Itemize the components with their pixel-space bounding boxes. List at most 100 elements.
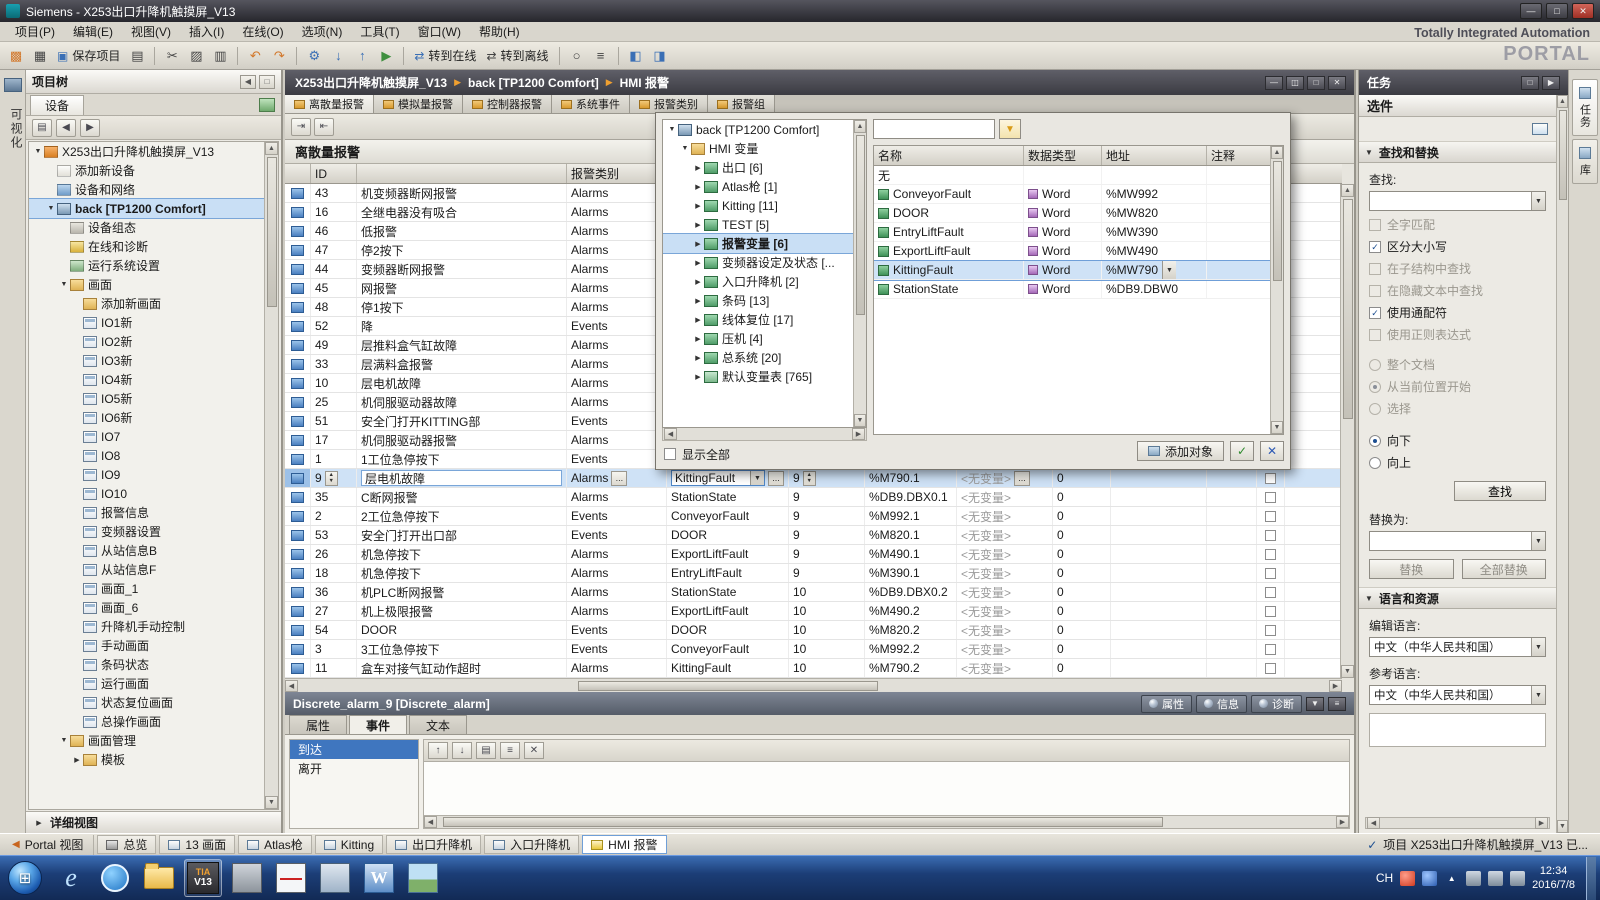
row-checkbox[interactable] xyxy=(1265,643,1276,655)
scroll-thumb[interactable] xyxy=(855,135,865,315)
expand-arrow-icon[interactable]: ▶ xyxy=(692,335,704,343)
tree-item[interactable]: ▼ X253出口升降机触摸屏_V13 xyxy=(29,142,264,161)
popup-tree-hscrollbar[interactable]: ◀ ▶ xyxy=(662,428,867,441)
row-checkbox[interactable] xyxy=(1265,567,1276,579)
alarm-text-editor[interactable]: 层电机故障 xyxy=(361,470,562,486)
side-tab-libraries[interactable]: 库 xyxy=(1571,139,1598,184)
tree-item[interactable]: ▶ 入口升降机 [2] xyxy=(663,272,853,291)
breadcrumb-segment[interactable]: back [TP1200 Comfort] xyxy=(466,76,601,90)
tray-expand-icon[interactable]: ▲ xyxy=(1444,871,1459,886)
header-class[interactable]: 报警类别 xyxy=(567,164,667,183)
tasks-collapse-icon[interactable]: ▶ xyxy=(1542,75,1560,90)
export-icon[interactable] xyxy=(1532,123,1548,135)
edit-language-select[interactable]: 中文（中华人民共和国） ▼ xyxy=(1369,637,1546,657)
tree-item[interactable]: ▶ 线体复位 [17] xyxy=(663,310,853,329)
checkbox-icon[interactable] xyxy=(1369,284,1381,297)
scroll-down-icon[interactable]: ▼ xyxy=(854,414,866,427)
expand-arrow-icon[interactable]: ▶ xyxy=(692,221,704,229)
delete-function-icon[interactable]: ✕ xyxy=(524,742,544,759)
tree-item[interactable]: ▶ 变频器设定及状态 [... xyxy=(663,253,853,272)
scroll-thumb[interactable] xyxy=(1558,110,1567,200)
editor-tab[interactable]: 报警组 xyxy=(708,95,775,113)
tree-item[interactable]: 设备和网络 xyxy=(29,180,264,199)
popup-tag-row[interactable]: StationState Word %DB9.DBW0 xyxy=(874,280,1270,299)
replace-all-button[interactable]: 全部替换 xyxy=(1461,559,1546,579)
dropdown-icon[interactable]: ▼ xyxy=(750,471,764,485)
editor-close-icon[interactable]: ✕ xyxy=(1328,75,1346,90)
find-option[interactable]: ✓ 使用通配符 xyxy=(1359,299,1556,321)
tree-item[interactable]: 添加新画面 xyxy=(29,294,264,313)
tree-item[interactable]: 从站信息B xyxy=(29,541,264,560)
inspector-collapse-icon[interactable]: ▼ xyxy=(1306,696,1324,711)
start-runtime-button[interactable]: ▶ xyxy=(375,45,397,67)
info-button[interactable]: 信息 xyxy=(1196,694,1247,713)
menu-item[interactable]: 帮助(H) xyxy=(470,21,529,42)
scroll-right-icon[interactable]: ▶ xyxy=(1535,817,1548,829)
scroll-left-icon[interactable]: ◀ xyxy=(1367,817,1380,829)
tree-item[interactable]: IO6新 xyxy=(29,408,264,427)
start-button[interactable]: ⊞ xyxy=(4,857,46,899)
split-horizontal-button[interactable]: ◧ xyxy=(625,45,647,67)
open-project-button[interactable]: ▦ xyxy=(29,45,51,67)
editor-minimize-icon[interactable]: ― xyxy=(1265,75,1283,90)
clock[interactable]: 12:34 2016/7/8 xyxy=(1532,864,1575,893)
find-direction-option[interactable]: 选择 xyxy=(1359,395,1556,417)
tree-item[interactable]: 从站信息F xyxy=(29,560,264,579)
editor-tab[interactable]: 报警类别 xyxy=(630,95,708,113)
tree-item[interactable]: 条码状态 xyxy=(29,655,264,674)
menu-item[interactable]: 视图(V) xyxy=(122,21,180,42)
browser-taskbar-icon[interactable] xyxy=(96,859,134,897)
tree-item[interactable]: 运行画面 xyxy=(29,674,264,693)
tree-item[interactable]: ▼ 画面 xyxy=(29,275,264,294)
find-direction-option[interactable]: 向上 xyxy=(1359,449,1556,471)
properties-button[interactable]: 属性 xyxy=(1141,694,1192,713)
popup-tag-row[interactable]: EntryLiftFault Word %MW390 xyxy=(874,223,1270,242)
tree-item[interactable]: 状态复位画面 xyxy=(29,693,264,712)
scroll-up-icon[interactable]: ▲ xyxy=(1341,184,1354,197)
col-datatype[interactable]: 数据类型 xyxy=(1024,146,1102,165)
col-address[interactable]: 地址 xyxy=(1102,146,1207,165)
tree-item[interactable]: ▼ back [TP1200 Comfort] xyxy=(663,120,853,139)
tree-item[interactable]: IO4新 xyxy=(29,370,264,389)
expand-arrow-icon[interactable]: ▶ xyxy=(692,202,704,210)
tree-item[interactable]: ▶ 压机 [4] xyxy=(663,329,853,348)
nav-forward-icon[interactable]: ▶ xyxy=(80,118,100,137)
expand-all-icon[interactable]: ≡ xyxy=(500,742,520,759)
menu-item[interactable]: 工具(T) xyxy=(351,21,408,42)
tree-item[interactable]: IO1新 xyxy=(29,313,264,332)
tag-filter-input[interactable] xyxy=(873,119,995,139)
find-option[interactable]: 使用正则表达式 xyxy=(1359,321,1556,343)
header-text[interactable] xyxy=(357,164,567,183)
expand-arrow-icon[interactable]: ▶ xyxy=(692,354,704,362)
radio-icon[interactable] xyxy=(1369,434,1381,447)
scroll-up-icon[interactable]: ▲ xyxy=(854,120,866,133)
languages-section[interactable]: ▼ 语言和资源 xyxy=(1359,587,1556,609)
find-button[interactable]: 查找 xyxy=(1454,481,1546,501)
scroll-left-icon[interactable]: ◀ xyxy=(285,679,298,692)
redo-button[interactable]: ↷ xyxy=(268,45,290,67)
dropdown-icon[interactable]: ▼ xyxy=(1531,192,1545,210)
menu-item[interactable]: 项目(P) xyxy=(6,21,64,42)
minimize-button[interactable]: ― xyxy=(1520,3,1542,19)
inspector-tab[interactable]: 文本 xyxy=(409,715,468,734)
portal-button[interactable]: 入口升降机 xyxy=(484,835,580,854)
portal-view-button[interactable]: ◀ Portal 视图 xyxy=(2,834,95,855)
scroll-down-icon[interactable]: ▼ xyxy=(1557,820,1568,833)
col-name[interactable]: 名称 xyxy=(874,146,1024,165)
dropdown-icon[interactable]: ▼ xyxy=(1162,261,1177,279)
inspector-tab[interactable]: 属性 xyxy=(289,715,348,734)
replace-input[interactable] xyxy=(1370,533,1531,549)
scroll-thumb[interactable] xyxy=(266,157,277,307)
col-comment[interactable]: 注释 xyxy=(1207,146,1270,165)
breadcrumb-segment[interactable]: HMI 报警 xyxy=(618,74,671,91)
row-checkbox[interactable] xyxy=(1265,624,1276,636)
tree-item[interactable]: ▶ TEST [5] xyxy=(663,215,853,234)
move-down-icon[interactable]: ↓ xyxy=(452,742,472,759)
collapse-arrow-icon[interactable]: ▼ xyxy=(58,281,70,288)
checkbox-icon[interactable]: ✓ xyxy=(1369,306,1381,319)
id-spinner[interactable]: ▲ ▼ xyxy=(324,470,338,486)
cancel-button[interactable]: ✕ xyxy=(1260,441,1284,461)
find-option[interactable]: 在子结构中查找 xyxy=(1359,255,1556,277)
tree-item[interactable]: ▼ 画面管理 xyxy=(29,731,264,750)
find-direction-option[interactable]: 向下 xyxy=(1359,427,1556,449)
